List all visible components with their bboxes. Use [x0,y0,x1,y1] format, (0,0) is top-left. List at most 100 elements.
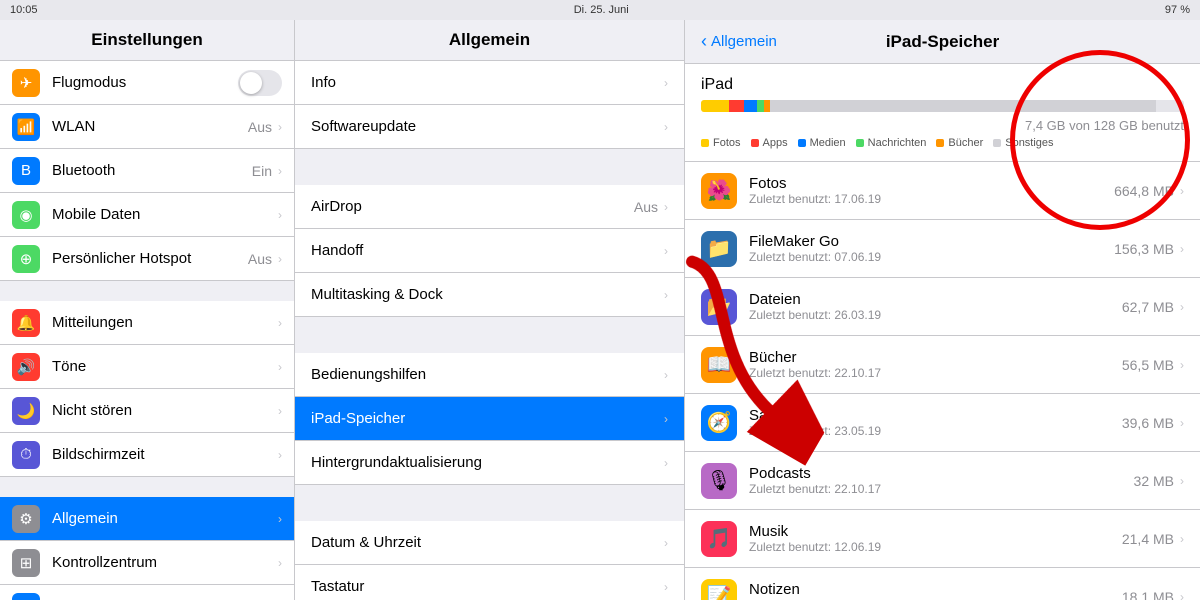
sidebar-item-wlan[interactable]: 📶WLANAus› [0,105,294,149]
mobile-daten-chevron-icon: › [278,208,282,222]
legend-dot-sonstiges [993,139,1001,147]
podcasts-chevron-icon: › [1180,474,1184,488]
notizen-chevron-icon: › [1180,590,1184,600]
allgemein-item-handoff[interactable]: Handoff› [295,229,684,273]
safari-chevron-icon: › [1180,416,1184,430]
app-item-fotos[interactable]: 🌺FotosZuletzt benutzt: 17.06.19664,8 MB› [685,162,1200,220]
app-item-musik[interactable]: 🎵MusikZuletzt benutzt: 12.06.1921,4 MB› [685,510,1200,568]
middle-right-wrapper: Allgemein Info›Softwareupdate› AirDropAus… [295,20,1200,600]
fotos-app-date: Zuletzt benutzt: 17.06.19 [749,192,1114,206]
allgemein-item-ipad-speicher[interactable]: iPad-Speicher› [295,397,684,441]
tone-chevron-icon: › [278,360,282,374]
app-item-dateien[interactable]: 📂DateienZuletzt benutzt: 26.03.1962,7 MB… [685,278,1200,336]
filemaker-app-icon: 📁 [701,231,737,267]
allgemein-item-tastatur[interactable]: Tastatur› [295,565,684,600]
app-item-filemaker[interactable]: 📁FileMaker GoZuletzt benutzt: 07.06.1915… [685,220,1200,278]
sidebar-item-mobile-daten[interactable]: ◉Mobile Daten› [0,193,294,237]
podcasts-app-info: PodcastsZuletzt benutzt: 22.10.17 [749,465,1134,496]
sidebar-item-bildschirmzeit[interactable]: ⏱Bildschirmzeit› [0,433,294,477]
bucher-app-date: Zuletzt benutzt: 22.10.17 [749,366,1122,380]
legend-item-sonstiges: Sonstiges [993,137,1053,149]
legend-label-fotos: Fotos [713,137,741,149]
dateien-app-date: Zuletzt benutzt: 26.03.19 [749,308,1122,322]
settings-title: Einstellungen [0,20,294,61]
bildschirmzeit-icon: ⏱ [12,441,40,469]
sidebar-item-tone[interactable]: 🔊Töne› [0,345,294,389]
sidebar-item-label-kontrollzentrum: Kontrollzentrum [52,554,278,571]
dateien-app-name: Dateien [749,291,1122,308]
mitteilungen-chevron-icon: › [278,316,282,330]
allgemein-item-hintergrundaktualisierung[interactable]: Hintergrundaktualisierung› [295,441,684,485]
fotos-app-size: 664,8 MB [1114,183,1174,199]
notizen-app-info: NotizenZuletzt benutzt: 07.06.19 [749,581,1122,600]
app-item-bucher[interactable]: 📖BücherZuletzt benutzt: 22.10.1756,5 MB› [685,336,1200,394]
legend-label-sonstiges: Sonstiges [1005,137,1053,149]
anzeige-icon: ☀ [12,593,40,600]
safari-app-icon: 🧭 [701,405,737,441]
bucher-app-size: 56,5 MB [1122,357,1174,373]
allgemein-item-airdrop[interactable]: AirDropAus› [295,185,684,229]
legend-item-medien: Medien [798,137,846,149]
middle-list: Info›Softwareupdate›AirDropAus›Handoff›M… [295,61,684,600]
storage-segment-sonstiges [770,100,1156,112]
battery: 97 % [1165,4,1190,16]
hintergrundaktualisierung-chevron-icon: › [664,456,668,470]
allgemein-label-ipad-speicher: iPad-Speicher [311,410,664,427]
multitasking-chevron-icon: › [664,288,668,302]
legend-item-fotos: Fotos [701,137,741,149]
section-gap-datum-uhrzeit [295,485,684,521]
allgemein-item-info[interactable]: Info› [295,61,684,105]
bucher-app-icon: 📖 [701,347,737,383]
legend-dot-fotos [701,139,709,147]
bildschirmzeit-chevron-icon: › [278,448,282,462]
allgemein-label-hintergrundaktualisierung: Hintergrundaktualisierung [311,454,664,471]
sidebar-item-label-mobile-daten: Mobile Daten [52,206,278,223]
legend-item-apps: Apps [751,137,788,149]
allgemein-label-bedienungshilfen: Bedienungshilfen [311,366,664,383]
sidebar-item-anzeige[interactable]: ☀Anzeige & Helligkeit› [0,585,294,600]
flugmodus-toggle-knob [240,72,262,94]
dateien-app-icon: 📂 [701,289,737,325]
musik-app-size: 21,4 MB [1122,531,1174,547]
kontrollzentrum-icon: ⊞ [12,549,40,577]
flugmodus-icon: ✈ [12,69,40,97]
app-item-notizen[interactable]: 📝NotizenZuletzt benutzt: 07.06.1918,1 MB… [685,568,1200,600]
podcasts-app-size: 32 MB [1134,473,1174,489]
flugmodus-toggle[interactable] [238,70,282,96]
allgemein-item-bedienungshilfen[interactable]: Bedienungshilfen› [295,353,684,397]
allgemein-item-multitasking[interactable]: Multitasking & Dock› [295,273,684,317]
allgemein-label-handoff: Handoff [311,242,664,259]
sidebar-item-bluetooth[interactable]: BBluetoothEin› [0,149,294,193]
sidebar-item-mitteilungen[interactable]: 🔔Mitteilungen› [0,301,294,345]
device-name: iPad [701,76,1184,94]
back-label: Allgemein [711,33,777,50]
back-button[interactable]: ‹ Allgemein [701,31,777,52]
section-gap-bedienungshilfen [295,317,684,353]
app-item-safari[interactable]: 🧭SafariZuletzt benutzt: 23.05.1939,6 MB› [685,394,1200,452]
handoff-chevron-icon: › [664,244,668,258]
allgemein-label-tastatur: Tastatur [311,578,664,595]
sidebar-item-allgemein[interactable]: ⚙Allgemein› [0,497,294,541]
sidebar-item-nicht-storen[interactable]: 🌙Nicht stören› [0,389,294,433]
app-item-podcasts[interactable]: 🎙PodcastsZuletzt benutzt: 22.10.1732 MB› [685,452,1200,510]
filemaker-app-name: FileMaker Go [749,233,1114,250]
allgemein-item-datum-uhrzeit[interactable]: Datum & Uhrzeit› [295,521,684,565]
fotos-app-info: FotosZuletzt benutzt: 17.06.19 [749,175,1114,206]
sidebar-item-kontrollzentrum[interactable]: ⊞Kontrollzentrum› [0,541,294,585]
sidebar-item-label-bluetooth: Bluetooth [52,162,252,179]
musik-app-name: Musik [749,523,1122,540]
podcasts-app-date: Zuletzt benutzt: 22.10.17 [749,482,1134,496]
sidebar-item-hotspot[interactable]: ⊕Persönlicher HotspotAus› [0,237,294,281]
wlan-icon: 📶 [12,113,40,141]
filemaker-app-info: FileMaker GoZuletzt benutzt: 07.06.19 [749,233,1114,264]
sidebar-item-label-tone: Töne [52,358,278,375]
musik-app-info: MusikZuletzt benutzt: 12.06.19 [749,523,1122,554]
legend-label-nachrichten: Nachrichten [868,137,927,149]
allgemein-item-softwareupdate[interactable]: Softwareupdate› [295,105,684,149]
sidebar-item-label-nicht-storen: Nicht stören [52,402,278,419]
sidebar-item-flugmodus[interactable]: ✈Flugmodus [0,61,294,105]
storage-segment-fotos [701,100,729,112]
airdrop-chevron-icon: › [664,200,668,214]
storage-used-amount: 7,4 GB von 128 GB benutzt [701,118,1184,133]
settings-list: ✈Flugmodus📶WLANAus›BBluetoothEin›◉Mobile… [0,61,294,600]
